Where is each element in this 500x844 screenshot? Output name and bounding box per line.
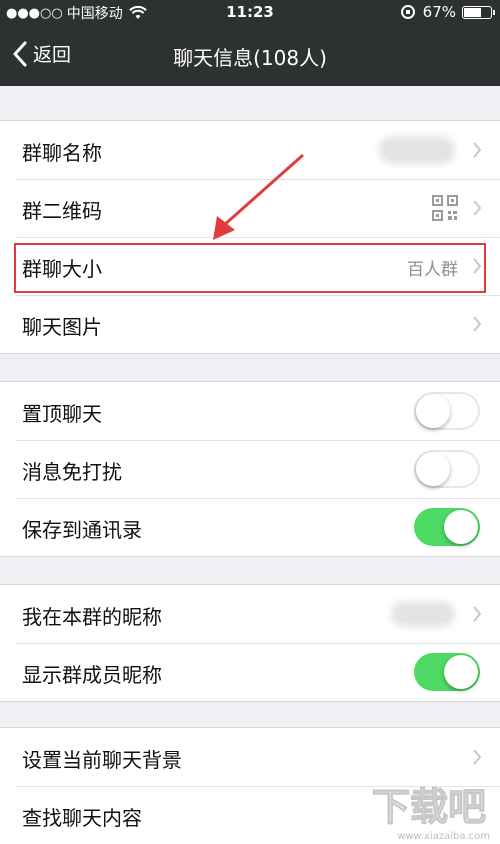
my-nickname-blurred-value <box>396 606 450 622</box>
rotation-lock-icon <box>400 5 415 19</box>
show-nicknames-label: 显示群成员昵称 <box>22 663 162 687</box>
toggle-knob <box>416 452 450 486</box>
red-arrow-annotation <box>213 153 304 240</box>
chat-background-row[interactable]: 设置当前聊天背景 <box>0 728 500 786</box>
group-name-blurred-value <box>384 141 450 159</box>
highlight-box <box>14 243 486 293</box>
chat-settings-section: 置顶聊天 消息免打扰 保存到通讯录 <box>0 381 500 557</box>
search-chat-label: 查找聊天内容 <box>22 806 142 830</box>
pin-chat-label: 置顶聊天 <box>22 402 102 426</box>
save-contacts-row: 保存到通讯录 <box>0 498 500 556</box>
battery-percent: 67% <box>422 3 456 21</box>
chevron-right-icon <box>473 200 482 216</box>
page-title: 聊天信息(108人) <box>173 46 327 70</box>
battery-icon <box>462 5 495 19</box>
group-name-label: 群聊名称 <box>22 141 102 165</box>
pin-chat-toggle[interactable] <box>414 392 480 430</box>
show-nicknames-toggle[interactable] <box>414 653 480 691</box>
battery-fill <box>464 7 481 17</box>
chevron-right-icon <box>473 606 482 622</box>
save-contacts-toggle[interactable] <box>414 508 480 546</box>
my-nickname-row[interactable]: 我在本群的昵称 <box>0 585 500 643</box>
navigation-bar: 返回 聊天信息(108人) <box>0 26 500 86</box>
status-right: 67% <box>400 3 495 21</box>
chevron-right-icon <box>473 749 482 765</box>
chat-background-label: 设置当前聊天背景 <box>22 748 182 772</box>
status-bar: ●●●○○ 中国移动 11:23 67% <box>0 0 500 26</box>
qr-code-icon <box>432 195 458 221</box>
watermark-logo: 下载吧 <box>371 784 486 829</box>
toggle-knob <box>444 655 478 689</box>
save-contacts-label: 保存到通讯录 <box>22 518 142 542</box>
pin-chat-row: 置顶聊天 <box>0 382 500 440</box>
chat-images-row[interactable]: 聊天图片 <box>0 295 500 353</box>
chevron-right-icon <box>473 316 482 332</box>
chevron-right-icon <box>473 142 482 158</box>
watermark-url: www.xiazaiba.com <box>397 831 490 842</box>
mute-label: 消息免打扰 <box>22 460 122 484</box>
svg-text:下载吧: 下载吧 <box>372 785 486 829</box>
chat-images-label: 聊天图片 <box>22 315 102 339</box>
group-qr-label: 群二维码 <box>22 199 102 223</box>
show-nicknames-row: 显示群成员昵称 <box>0 643 500 701</box>
toggle-knob <box>444 510 478 544</box>
mute-row: 消息免打扰 <box>0 440 500 498</box>
nickname-section: 我在本群的昵称 显示群成员昵称 <box>0 584 500 702</box>
toggle-knob <box>416 394 450 428</box>
my-nickname-label: 我在本群的昵称 <box>22 605 162 629</box>
mute-toggle[interactable] <box>414 450 480 488</box>
